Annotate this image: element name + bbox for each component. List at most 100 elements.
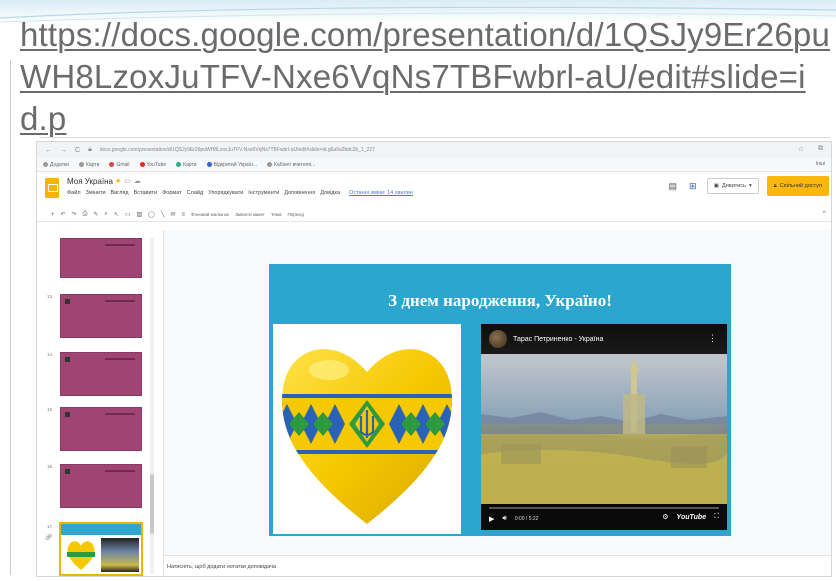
other-bookmarks[interactable]: Інші (816, 161, 825, 167)
folder-icon[interactable]: ▭ (124, 178, 134, 185)
slide-thumbnail[interactable] (60, 238, 142, 278)
share-button[interactable]: 🔒︎ Спільний доступ (766, 176, 829, 196)
image-icon[interactable]: ▨ (137, 211, 143, 218)
image-icon (65, 469, 70, 474)
bookmark-item[interactable]: YouTube (139, 162, 166, 168)
globe-icon (78, 162, 84, 167)
extension-icon[interactable]: ⧉ (818, 145, 823, 153)
toolbar-background[interactable]: Фоновий малюнок (191, 212, 229, 217)
image-icon (65, 299, 70, 304)
menu-arrange[interactable]: Упорядкувати (208, 190, 243, 196)
bookmark-item[interactable]: Відкритий Україн... (206, 162, 257, 168)
menu-slide[interactable]: Слайд (187, 190, 204, 196)
address-field[interactable]: docs.google.com/presentation/d/1QSJy9Er2… (100, 147, 620, 153)
toolbar-transition[interactable]: Перехід (287, 212, 304, 217)
menu-insert[interactable]: Вставити (134, 190, 158, 196)
embroidered-heart-icon (282, 349, 452, 524)
divider (10, 60, 11, 575)
settings-icon[interactable]: ⚙ (662, 513, 668, 521)
link-icon: 🔗︎ (45, 535, 53, 541)
bookmark-item[interactable]: Кабінет вчителя... (267, 162, 315, 168)
menu-format[interactable]: Формат (162, 190, 182, 196)
star-icon[interactable]: ★ (115, 178, 124, 185)
slide-thumbnail[interactable] (60, 464, 142, 508)
browser-address-bar: ← → C 🔒︎ docs.google.com/presentation/d/… (37, 142, 831, 158)
present-button[interactable]: ▣ Дивитись ▾ (706, 178, 759, 194)
more-vert-icon[interactable]: ⋮ (708, 333, 717, 344)
forward-icon[interactable]: → (60, 147, 67, 154)
google-slides-logo-icon[interactable] (45, 178, 59, 198)
slide-thumbnail[interactable] (60, 407, 142, 451)
slide-thumbnail[interactable] (60, 294, 142, 338)
gmail-icon (109, 162, 115, 167)
toolbar-layout[interactable]: Змінити макет (235, 212, 265, 217)
reload-icon[interactable]: C (75, 147, 80, 154)
comment-icon[interactable]: ✉ (171, 211, 176, 218)
undo-icon[interactable]: ↶ (61, 211, 66, 218)
paint-format-icon[interactable]: ✎ (93, 211, 98, 218)
print-icon[interactable]: ⎙ (83, 211, 88, 218)
line-icon[interactable]: ╲ (161, 211, 165, 218)
slides-header: Моя Україна ★▭☁ Файл Змінити Вигляд Вста… (37, 172, 831, 208)
current-slide[interactable]: З днем народження, Україно! Тарас Петрин… (269, 264, 731, 536)
heart-thumbnail-icon (67, 541, 95, 570)
redo-icon[interactable]: ↷ (72, 211, 77, 218)
menu-view[interactable]: Вигляд (111, 190, 129, 196)
video-progress-bar[interactable] (489, 507, 719, 509)
menu-addons[interactable]: Доповнення (284, 190, 315, 196)
select-icon[interactable]: ↖ (114, 211, 119, 218)
embedded-video[interactable]: Тарас Петриненко - Україна ⋮ ▶ 🔊︎ 0:00 /… (481, 324, 727, 530)
image-icon (65, 412, 70, 417)
video-frame[interactable] (481, 354, 727, 504)
shape-icon[interactable]: ◯ (148, 211, 155, 218)
add-slide-icon[interactable]: + (51, 212, 55, 218)
chevron-up-icon[interactable]: ⌃ (821, 210, 827, 218)
document-title[interactable]: Моя Україна (67, 177, 113, 186)
slide-thumbnail-active[interactable] (59, 522, 143, 576)
bookmark-item[interactable]: Карти (78, 162, 99, 168)
zoom-icon[interactable]: ⌕ (104, 211, 107, 218)
speaker-notes-placeholder: Натисніть, щоб додати нотатки доповідача (167, 564, 276, 570)
menu-help[interactable]: Довідка (320, 190, 340, 196)
present-icon: ▣ (713, 183, 719, 189)
video-title[interactable]: Тарас Петриненко - Україна (513, 336, 603, 343)
video-time: 0:00 / 5:22 (514, 516, 539, 522)
image-icon (65, 357, 70, 362)
bookmarks-bar: Додатки Карти Gmail YouTube Карти Відкри… (37, 158, 831, 172)
menu-bar: Файл Змінити Вигляд Вставити Формат Слай… (67, 190, 413, 196)
play-icon[interactable]: ▶ (489, 515, 494, 523)
toolbar-theme[interactable]: Тема (271, 212, 282, 217)
textbox-icon[interactable]: ▭ (125, 211, 131, 218)
lock-icon: 🔒︎ (88, 146, 92, 153)
youtube-icon (139, 162, 145, 167)
menu-file[interactable]: Файл (67, 190, 81, 196)
back-icon[interactable]: ← (45, 147, 52, 154)
channel-avatar[interactable] (489, 330, 507, 348)
bookmark-item[interactable]: Gmail (109, 162, 130, 168)
comments-icon[interactable]: ▤ (667, 180, 679, 192)
maps-icon (176, 162, 182, 167)
menu-tools[interactable]: Інструменти (248, 190, 279, 196)
presentation-link[interactable]: https://docs.google.com/presentation/d/1… (20, 14, 830, 140)
chevron-down-icon[interactable]: ▾ (749, 183, 752, 189)
slide-number: 14 (47, 352, 53, 357)
site-icon (206, 162, 212, 167)
slide-thumbnail[interactable] (60, 352, 142, 396)
heart-image[interactable] (273, 324, 461, 534)
globe-icon (267, 162, 273, 167)
fullscreen-icon[interactable]: ⛶ (714, 513, 719, 521)
bookmark-item[interactable]: Додатки (43, 162, 69, 168)
last-edit-link[interactable]: Останні зміни: 14 хвилин (349, 190, 413, 196)
speaker-notes[interactable]: Натисніть, щоб додати нотатки доповідача (164, 555, 831, 576)
youtube-logo[interactable]: YouTube (677, 514, 707, 521)
divider (40, 137, 830, 138)
align-icon[interactable]: ≡ (182, 212, 186, 218)
menu-edit[interactable]: Змінити (86, 190, 106, 196)
slide-title[interactable]: З днем народження, Україно! (269, 291, 731, 311)
bookmark-item[interactable]: Карти (176, 162, 197, 168)
meet-icon[interactable]: ⊞ (687, 180, 699, 192)
volume-icon[interactable]: 🔊︎ (502, 515, 506, 523)
star-icon[interactable]: ☆ (798, 145, 804, 153)
slide-number: 15 (47, 407, 53, 412)
scrollbar-thumb[interactable] (150, 474, 154, 534)
